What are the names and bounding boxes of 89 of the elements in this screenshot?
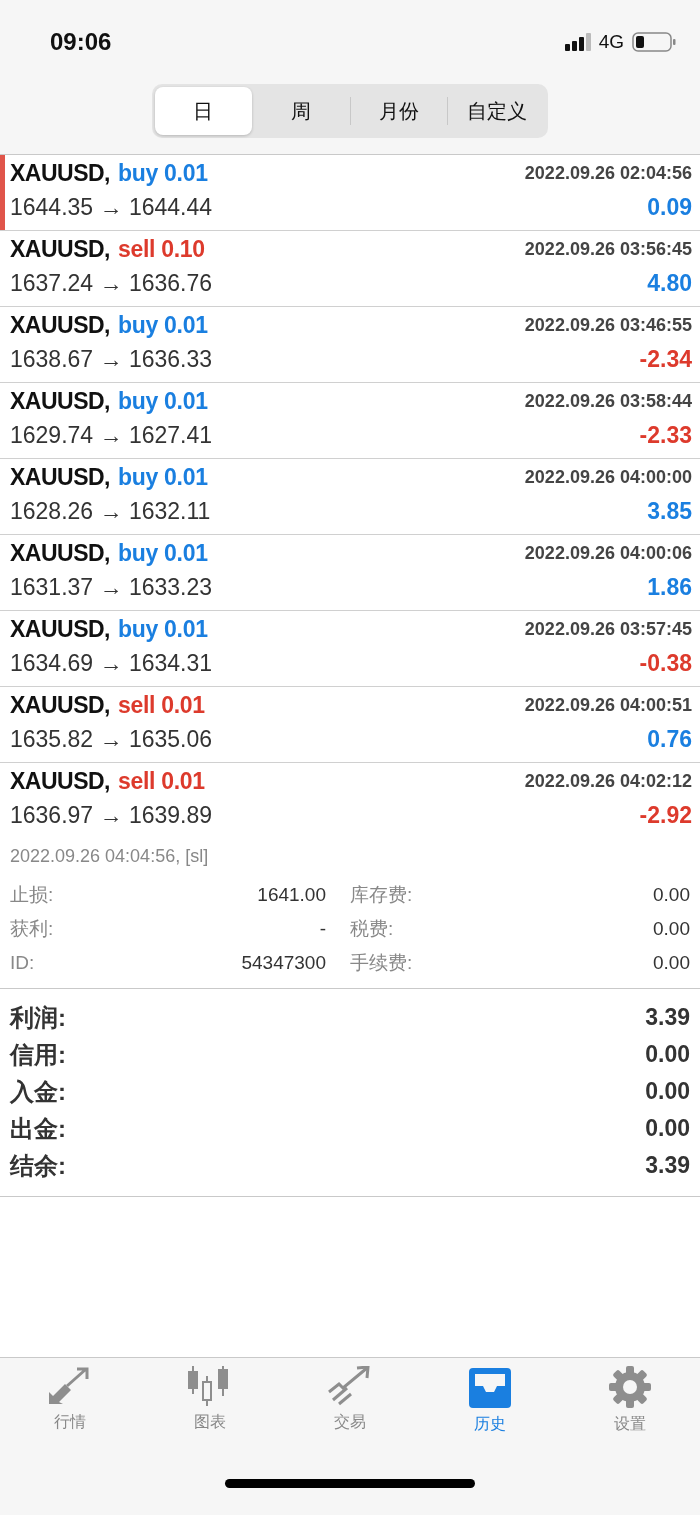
trade-row[interactable]: XAUUSD, sell 0.01 2022.09.26 04:00:51 1635.82 → 1635.06 0.76 — [0, 687, 700, 763]
nav-tab[interactable]: 历史 — [420, 1366, 560, 1457]
detail-value: 0.00 — [653, 951, 690, 975]
profit-value: 0.76 — [647, 724, 692, 754]
symbol-label: XAUUSD, — [10, 615, 110, 644]
detail-value: - — [318, 917, 326, 941]
price-range: 1635.82 → 1635.06 — [10, 724, 213, 754]
detail-label: ID: — [10, 951, 35, 975]
price-range: 1631.37 → 1633.23 — [10, 572, 213, 602]
period-tab[interactable]: 自定义 — [448, 87, 545, 135]
profit-value: -2.92 — [639, 800, 692, 830]
symbol-label: XAUUSD, — [10, 235, 110, 264]
detail-label: 税费: — [350, 917, 394, 941]
battery-icon — [632, 32, 676, 52]
detail-value: 1641.00 — [256, 883, 326, 907]
profit-value: -0.38 — [639, 648, 692, 678]
order-type-label: buy 0.01 — [118, 159, 208, 188]
trade-row[interactable]: XAUUSD, buy 0.01 2022.09.26 03:57:45 1634.69 → 1634.31 -0.38 — [0, 611, 700, 687]
order-type-label: buy 0.01 — [118, 463, 208, 492]
trade-time: 2022.09.26 04:02:12 — [524, 770, 692, 794]
period-tab[interactable]: 日 — [155, 87, 252, 135]
symbol-label: XAUUSD, — [10, 159, 110, 188]
symbol-label: XAUUSD, — [10, 767, 110, 796]
trade-time: 2022.09.26 03:58:44 — [524, 390, 692, 414]
detail-value: 0.00 — [653, 883, 690, 907]
trade-time: 2022.09.26 03:56:45 — [524, 238, 692, 262]
summary-value: 0.00 — [645, 1040, 690, 1069]
price-range: 1629.74 → 1627.41 — [10, 420, 213, 450]
summary-label: 结余: — [10, 1151, 66, 1181]
summary-value: 0.00 — [645, 1114, 690, 1143]
profit-value: 1.86 — [647, 572, 692, 602]
settings-icon — [607, 1366, 653, 1408]
order-type-label: sell 0.01 — [118, 767, 205, 796]
profit-value: 4.80 — [647, 268, 692, 298]
summary-label: 出金: — [10, 1114, 66, 1144]
price-range: 1644.35 → 1644.44 — [10, 192, 213, 222]
detail-label: 止损: — [10, 883, 54, 907]
order-type-label: buy 0.01 — [118, 615, 208, 644]
trade-row[interactable]: XAUUSD, buy 0.01 2022.09.26 03:58:44 1629.74 → 1627.41 -2.33 — [0, 383, 700, 459]
order-type-label: sell 0.10 — [118, 235, 205, 264]
price-range: 1634.69 → 1634.31 — [10, 648, 213, 678]
detail-label: 获利: — [10, 917, 54, 941]
trade-row[interactable]: XAUUSD, sell 0.01 2022.09.26 04:02:12 1636.97 → 1639.89 -2.92 — [0, 763, 700, 839]
summary-value: 3.39 — [645, 1003, 690, 1032]
symbol-label: XAUUSD, — [10, 691, 110, 720]
trade-row[interactable]: XAUUSD, buy 0.01 2022.09.26 04:00:06 1631.37 → 1633.23 1.86 — [0, 535, 700, 611]
detail-label: 库存费: — [350, 883, 413, 907]
summary-value: 3.39 — [645, 1151, 690, 1180]
summary-label: 信用: — [10, 1040, 66, 1070]
network-label: 4G — [598, 29, 624, 54]
price-range: 1637.24 → 1636.76 — [10, 268, 213, 298]
trade-time: 2022.09.26 04:00:51 — [524, 694, 692, 718]
trade-time: 2022.09.26 04:00:06 — [524, 542, 692, 566]
price-range: 1638.67 → 1636.33 — [10, 344, 213, 374]
price-range: 1628.26 → 1632.11 — [10, 496, 211, 526]
trade-time: 2022.09.26 02:04:56 — [524, 162, 692, 186]
trend-icon — [327, 1366, 373, 1406]
trade-time: 2022.09.26 03:46:55 — [524, 314, 692, 338]
trade-row[interactable]: XAUUSD, buy 0.01 2022.09.26 02:04:56 1644.35 → 1644.44 0.09 — [0, 155, 700, 231]
detail-value: 54347300 — [240, 951, 326, 975]
period-tab[interactable]: 月份 — [350, 87, 448, 135]
profit-value: -2.34 — [639, 344, 692, 374]
symbol-label: XAUUSD, — [10, 463, 110, 492]
order-type-label: buy 0.01 — [118, 311, 208, 340]
signal-icon — [564, 33, 591, 51]
period-tab[interactable]: 周 — [252, 87, 350, 135]
profit-value: -2.33 — [639, 420, 692, 450]
order-type-label: sell 0.01 — [118, 691, 205, 720]
symbol-label: XAUUSD, — [10, 311, 110, 340]
close-info: 2022.09.26 04:04:56, [sl] — [10, 845, 210, 868]
trade-row[interactable]: XAUUSD, buy 0.01 2022.09.26 03:46:55 1638.67 → 1636.33 -2.34 — [0, 307, 700, 383]
order-type-label: buy 0.01 — [118, 387, 208, 416]
order-type-label: buy 0.01 — [118, 539, 208, 568]
summary-label: 利润: — [10, 1003, 66, 1033]
symbol-label: XAUUSD, — [10, 539, 110, 568]
trade-time: 2022.09.26 04:00:00 — [524, 466, 692, 490]
profit-value: 0.09 — [647, 192, 692, 222]
trade-row[interactable]: XAUUSD, sell 0.10 2022.09.26 03:56:45 1637.24 → 1636.76 4.80 — [0, 231, 700, 307]
detail-label: 手续费: — [350, 951, 413, 975]
detail-value: 0.00 — [653, 917, 690, 941]
clock: 09:06 — [50, 27, 112, 57]
symbol-label: XAUUSD, — [10, 387, 110, 416]
summary-label: 入金: — [10, 1077, 66, 1107]
trade-time: 2022.09.26 03:57:45 — [524, 618, 692, 642]
summary-value: 0.00 — [645, 1077, 690, 1106]
profit-value: 3.85 — [647, 496, 692, 526]
trade-row[interactable]: XAUUSD, buy 0.01 2022.09.26 04:00:00 1628.26 → 1632.11 3.85 — [0, 459, 700, 535]
price-range: 1636.97 → 1639.89 — [10, 800, 213, 830]
tray-icon — [467, 1366, 513, 1408]
